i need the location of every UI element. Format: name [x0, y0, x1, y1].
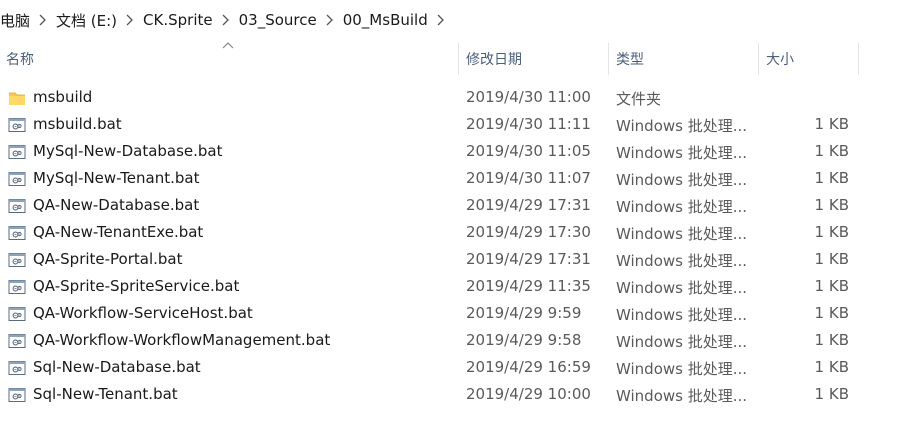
file-name: MySql-New-Tenant.bat — [33, 169, 200, 187]
chevron-right-icon[interactable] — [215, 13, 237, 28]
chevron-right-icon[interactable] — [319, 13, 341, 28]
file-size: 1 KB — [814, 223, 849, 241]
file-row[interactable]: msbuild 2019/4/30 11:00 文件夹 — [0, 85, 899, 112]
file-size: 1 KB — [814, 277, 849, 295]
column-header-name[interactable]: 名称 — [6, 41, 34, 79]
batch-file-icon — [8, 360, 26, 376]
file-type: Windows 批处理... — [616, 387, 748, 405]
file-name: MySql-New-Database.bat — [33, 142, 223, 160]
file-name: QA-Sprite-SpriteService.bat — [33, 277, 240, 295]
file-modified-date: 2019/4/30 11:00 — [466, 88, 591, 106]
file-modified-date: 2019/4/30 11:07 — [466, 169, 591, 187]
file-row[interactable]: QA-Workflow-WorkflowManagement.bat 2019/4… — [0, 328, 899, 355]
file-modified-date: 2019/4/29 17:30 — [466, 223, 591, 241]
file-type: Windows 批处理... — [616, 279, 748, 297]
batch-file-icon — [8, 198, 26, 214]
batch-file-icon — [8, 279, 26, 295]
file-modified-date: 2019/4/29 10:00 — [466, 385, 591, 403]
chevron-right-icon[interactable] — [430, 13, 452, 28]
column-divider[interactable] — [858, 43, 859, 75]
batch-file-icon — [8, 144, 26, 160]
column-header-type[interactable]: 类型 — [616, 41, 644, 79]
file-type: Windows 批处理... — [616, 306, 748, 324]
file-type: Windows 批处理... — [616, 117, 748, 135]
file-name: QA-New-Database.bat — [33, 196, 200, 214]
file-size: 1 KB — [814, 196, 849, 214]
file-modified-date: 2019/4/29 17:31 — [466, 196, 591, 214]
file-row[interactable]: QA-Workflow-ServiceHost.bat 2019/4/29 9:5… — [0, 301, 899, 328]
batch-file-icon — [8, 225, 26, 241]
chevron-right-icon[interactable] — [119, 13, 141, 28]
file-name: Sql-New-Database.bat — [33, 358, 201, 376]
batch-file-icon — [8, 171, 26, 187]
breadcrumb-item-drive[interactable]: 文档 (E:) — [54, 10, 119, 31]
file-size: 1 KB — [814, 304, 849, 322]
file-type: Windows 批处理... — [616, 225, 748, 243]
file-modified-date: 2019/4/30 11:05 — [466, 142, 591, 160]
file-type: 文件夹 — [616, 90, 662, 108]
file-row[interactable]: MySql-New-Database.bat 2019/4/30 11:05 Win… — [0, 139, 899, 166]
breadcrumb-item-computer[interactable]: 电脑 — [0, 10, 32, 31]
column-divider[interactable] — [608, 43, 609, 75]
breadcrumb-item-source[interactable]: 03_Source — [237, 11, 319, 29]
breadcrumb: 电脑 文档 (E:) CK.Sprite 03_Source 00_MsBuil… — [0, 0, 899, 40]
file-row[interactable]: Sql-New-Tenant.bat 2019/4/29 10:00 Windows… — [0, 382, 899, 409]
file-modified-date: 2019/4/29 9:58 — [466, 331, 582, 349]
file-row[interactable]: QA-New-Database.bat 2019/4/29 17:31 Window… — [0, 193, 899, 220]
file-modified-date: 2019/4/29 11:35 — [466, 277, 591, 295]
file-name: QA-Workflow-WorkflowManagement.bat — [33, 331, 331, 349]
batch-file-icon — [8, 117, 26, 133]
file-name: QA-Sprite-Portal.bat — [33, 250, 183, 268]
file-type: Windows 批处理... — [616, 333, 748, 351]
column-divider[interactable] — [758, 43, 759, 75]
file-row[interactable]: QA-Sprite-Portal.bat 2019/4/29 17:31 Windo… — [0, 247, 899, 274]
file-type: Windows 批处理... — [616, 171, 748, 189]
batch-file-icon — [8, 333, 26, 349]
file-modified-date: 2019/4/29 17:31 — [466, 250, 591, 268]
file-name: Sql-New-Tenant.bat — [33, 385, 178, 403]
breadcrumb-item-ck-sprite[interactable]: CK.Sprite — [141, 11, 215, 29]
file-name: QA-Workflow-ServiceHost.bat — [33, 304, 253, 322]
column-header-size[interactable]: 大小 — [766, 41, 794, 79]
chevron-right-icon[interactable] — [32, 13, 54, 28]
file-list: msbuild 2019/4/30 11:00 文件夹 msbuild.bat 2019… — [0, 85, 899, 409]
file-size: 1 KB — [814, 169, 849, 187]
file-type: Windows 批处理... — [616, 144, 748, 162]
file-name: msbuild.bat — [33, 115, 122, 133]
file-size: 1 KB — [814, 142, 849, 160]
file-size: 1 KB — [814, 115, 849, 133]
file-row[interactable]: msbuild.bat 2019/4/30 11:11 Windows 批处理...… — [0, 112, 899, 139]
file-type: Windows 批处理... — [616, 252, 748, 270]
batch-file-icon — [8, 387, 26, 403]
batch-file-icon — [8, 252, 26, 268]
file-name: QA-New-TenantExe.bat — [33, 223, 204, 241]
sort-ascending-icon — [222, 42, 234, 49]
file-modified-date: 2019/4/30 11:11 — [466, 115, 591, 133]
file-size: 1 KB — [814, 385, 849, 403]
breadcrumb-item-msbuild[interactable]: 00_MsBuild — [341, 11, 430, 29]
column-header-date[interactable]: 修改日期 — [466, 41, 522, 79]
batch-file-icon — [8, 306, 26, 322]
file-size: 1 KB — [814, 250, 849, 268]
column-divider[interactable] — [458, 43, 459, 75]
file-modified-date: 2019/4/29 9:59 — [466, 304, 582, 322]
file-type: Windows 批处理... — [616, 198, 748, 216]
file-modified-date: 2019/4/29 16:59 — [466, 358, 591, 376]
file-row[interactable]: MySql-New-Tenant.bat 2019/4/30 11:07 Windo… — [0, 166, 899, 193]
file-size: 1 KB — [814, 358, 849, 376]
file-row[interactable]: QA-Sprite-SpriteService.bat 2019/4/29 11:… — [0, 274, 899, 301]
file-size: 1 KB — [814, 331, 849, 349]
file-row[interactable]: QA-New-TenantExe.bat 2019/4/29 17:30 Windo… — [0, 220, 899, 247]
file-row[interactable]: Sql-New-Database.bat 2019/4/29 16:59 Windo… — [0, 355, 899, 382]
column-header-row: 名称 修改日期 类型 大小 — [0, 41, 899, 79]
folder-icon — [8, 90, 26, 106]
file-name: msbuild — [33, 88, 93, 106]
file-type: Windows 批处理... — [616, 360, 748, 378]
